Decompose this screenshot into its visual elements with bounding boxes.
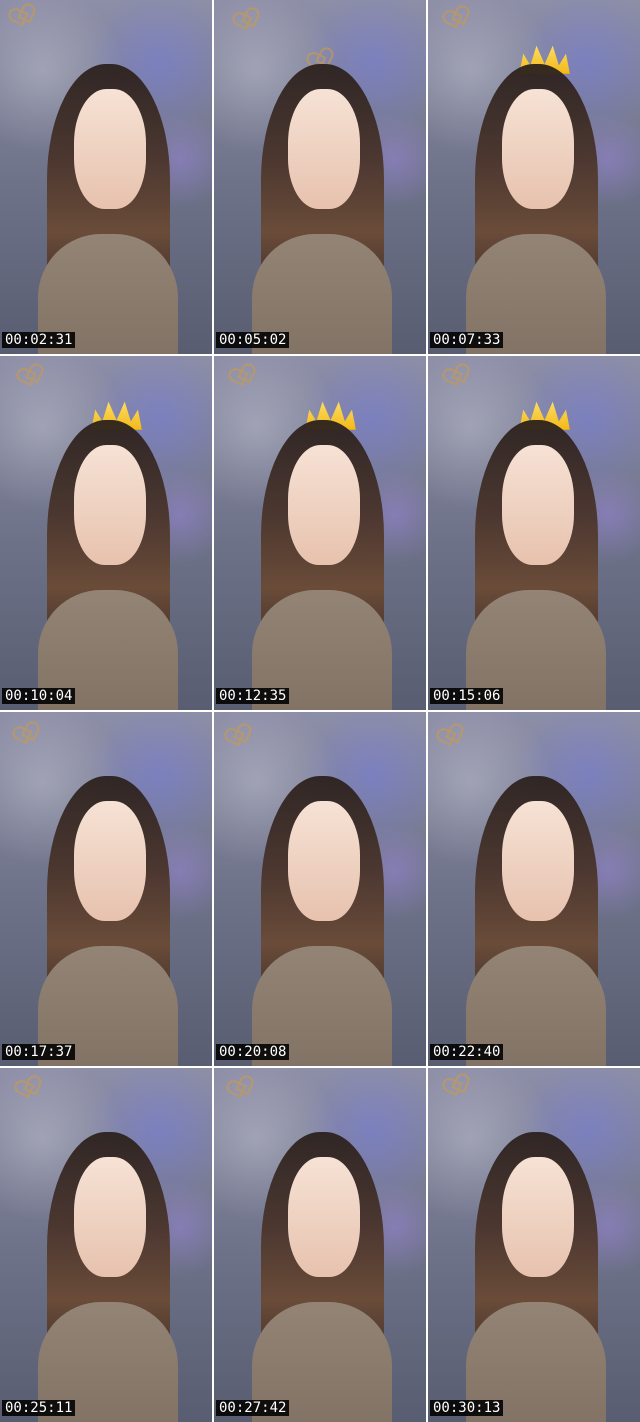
face-area xyxy=(502,800,575,921)
face-area xyxy=(74,444,147,565)
video-frame: 00:02:31 xyxy=(0,0,212,354)
face-area xyxy=(288,800,361,921)
heart-decoration-icon xyxy=(226,725,248,746)
face-area xyxy=(288,444,361,565)
timestamp-label: 00:17:37 xyxy=(2,1044,76,1060)
face-area xyxy=(74,88,147,209)
video-frame: 00:25:11 xyxy=(0,1068,212,1422)
frame-grid: 00:02:31 00:05:02 00:07:33 00:10:04 00:1… xyxy=(0,0,640,1422)
heart-decoration-icon xyxy=(14,723,36,744)
face-area xyxy=(288,88,361,209)
heart-decoration-icon xyxy=(234,9,256,30)
timestamp-label: 00:30:13 xyxy=(430,1400,504,1416)
face-area xyxy=(74,800,147,921)
face-area xyxy=(502,1156,575,1277)
heart-decoration-icon xyxy=(444,1075,466,1096)
timestamp-label: 00:12:35 xyxy=(216,688,290,704)
video-frame: 00:20:08 xyxy=(214,712,426,1066)
video-frame: 00:15:06 xyxy=(428,356,640,710)
video-frame: 00:17:37 xyxy=(0,712,212,1066)
face-area xyxy=(74,1156,147,1277)
face-area xyxy=(502,444,575,565)
timestamp-label: 00:15:06 xyxy=(430,688,504,704)
heart-decoration-icon xyxy=(230,365,252,386)
timestamp-label: 00:02:31 xyxy=(2,332,76,348)
video-frame: 00:27:42 xyxy=(214,1068,426,1422)
heart-decoration-icon xyxy=(16,1077,38,1098)
heart-decoration-icon xyxy=(10,5,32,26)
heart-decoration-icon xyxy=(444,365,466,386)
timestamp-label: 00:10:04 xyxy=(2,688,76,704)
timestamp-label: 00:07:33 xyxy=(430,332,504,348)
video-frame: 00:07:33 xyxy=(428,0,640,354)
video-frame: 00:12:35 xyxy=(214,356,426,710)
timestamp-label: 00:05:02 xyxy=(216,332,290,348)
heart-decoration-icon xyxy=(438,725,460,746)
face-area xyxy=(288,1156,361,1277)
timestamp-label: 00:27:42 xyxy=(216,1400,290,1416)
video-frame: 00:10:04 xyxy=(0,356,212,710)
heart-decoration-icon xyxy=(444,7,466,28)
timestamp-label: 00:20:08 xyxy=(216,1044,290,1060)
face-area xyxy=(502,88,575,209)
heart-decoration-icon xyxy=(18,365,40,386)
timestamp-label: 00:22:40 xyxy=(430,1044,504,1060)
timestamp-label: 00:25:11 xyxy=(2,1400,76,1416)
video-frame: 00:22:40 xyxy=(428,712,640,1066)
video-frame: 00:05:02 xyxy=(214,0,426,354)
heart-decoration-icon xyxy=(228,1077,250,1098)
video-frame: 00:30:13 xyxy=(428,1068,640,1422)
